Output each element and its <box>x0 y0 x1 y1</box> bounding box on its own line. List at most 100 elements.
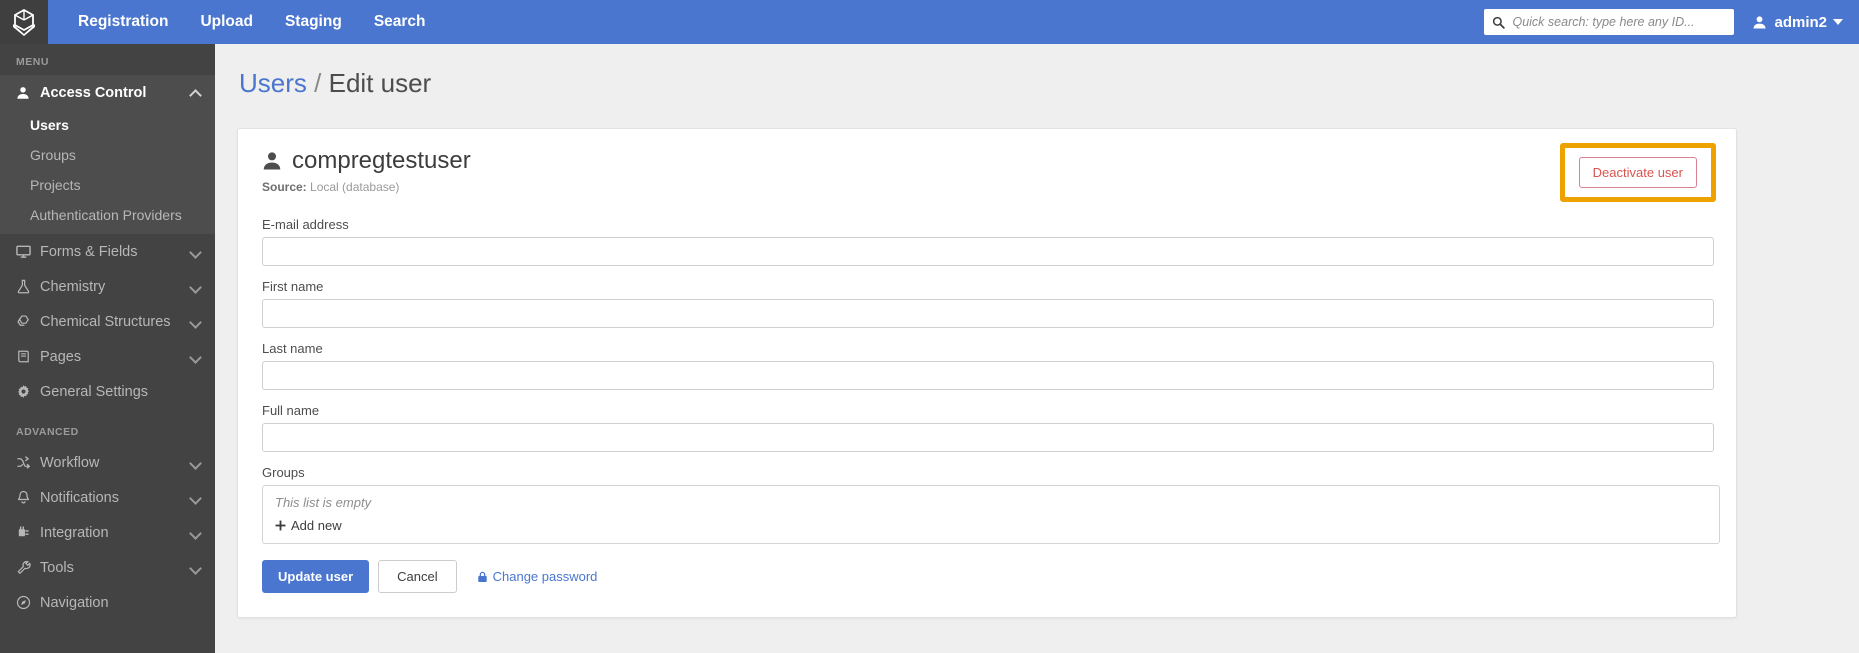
user-source: Source: Local (database) <box>262 180 471 194</box>
update-user-button[interactable]: Update user <box>262 560 370 593</box>
sidebar-item-users[interactable]: Users <box>0 110 215 140</box>
compass-icon <box>16 595 40 610</box>
sidebar-item-label: Chemical Structures <box>40 313 171 330</box>
sidebar: MENU Access Control Users Groups Project… <box>0 44 215 653</box>
sidebar-item-workflow[interactable]: Workflow <box>0 445 215 480</box>
nav-search[interactable]: Search <box>358 0 442 44</box>
chevron-down-icon <box>190 459 201 466</box>
quick-search-box[interactable] <box>1484 9 1735 35</box>
wrench-icon <box>16 560 40 575</box>
breadcrumb-users-link[interactable]: Users <box>239 68 307 98</box>
field-first-name: First name <box>262 279 1714 328</box>
user-menu[interactable]: admin2 <box>1752 14 1849 31</box>
field-label: Last name <box>262 341 323 356</box>
user-icon <box>16 86 40 100</box>
card-header-left: compregtestuser Source: Local (database) <box>262 147 471 194</box>
shuffle-icon <box>16 455 40 470</box>
form-actions: Update user Cancel Change password <box>262 560 1712 593</box>
field-full-name: Full name <box>262 403 1714 452</box>
book-icon <box>16 349 40 364</box>
change-password-label: Change password <box>492 569 598 584</box>
search-icon <box>1492 16 1506 29</box>
sidebar-item-notifications[interactable]: Notifications <box>0 480 215 515</box>
sidebar-item-pages[interactable]: Pages <box>0 339 215 374</box>
topbar-right-group: admin2 <box>1484 0 1859 44</box>
chevron-down-icon <box>190 494 201 501</box>
sidebar-item-chemical-structures[interactable]: Chemical Structures <box>0 304 215 339</box>
chevron-down-icon <box>190 283 201 290</box>
sidebar-item-forms-fields[interactable]: Forms & Fields <box>0 234 215 269</box>
field-groups: Groups This list is empty Add new <box>262 465 1720 544</box>
sidebar-item-general-settings[interactable]: General Settings <box>0 374 215 409</box>
field-label: Full name <box>262 403 320 418</box>
chevron-down-icon <box>190 353 201 360</box>
sidebar-item-authentication-providers[interactable]: Authentication Providers <box>0 200 215 230</box>
plus-icon <box>275 519 286 533</box>
sidebar-item-chemistry[interactable]: Chemistry <box>0 269 215 304</box>
main-content: Users / Edit user compregtestuser Source… <box>215 44 1859 653</box>
cancel-button[interactable]: Cancel <box>378 560 457 593</box>
sidebar-item-label: Tools <box>40 559 74 576</box>
deactivate-user-button[interactable]: Deactivate user <box>1578 157 1697 188</box>
user-icon <box>262 151 282 171</box>
nav-staging[interactable]: Staging <box>269 0 358 44</box>
field-label: First name <box>262 279 324 294</box>
source-label: Source: <box>262 180 307 194</box>
full-name-field[interactable] <box>262 423 1714 452</box>
sidebar-advanced-caption: ADVANCED <box>16 426 79 438</box>
breadcrumb: Users / Edit user <box>215 44 1859 99</box>
email-field[interactable] <box>262 237 1714 266</box>
add-group-label: Add new <box>291 518 342 533</box>
sidebar-item-groups[interactable]: Groups <box>0 140 215 170</box>
plug-icon <box>16 525 40 540</box>
page-title: Edit user <box>328 68 432 98</box>
sidebar-item-label: Forms & Fields <box>40 243 138 260</box>
chevron-down-icon <box>190 529 201 536</box>
card-header: compregtestuser Source: Local (database)… <box>262 143 1716 203</box>
chevron-down-icon <box>190 248 201 255</box>
chevron-down-icon <box>190 318 201 325</box>
sidebar-item-label: Integration <box>40 524 109 541</box>
user-avatar-icon <box>1752 15 1767 30</box>
sidebar-item-navigation[interactable]: Navigation <box>0 585 215 620</box>
breadcrumb-separator: / <box>314 68 322 98</box>
sidebar-item-tools[interactable]: Tools <box>0 550 215 585</box>
bell-icon <box>16 490 40 505</box>
groups-empty-text: This list is empty <box>275 495 372 510</box>
field-label: Groups <box>262 465 305 480</box>
sidebar-item-access-control[interactable]: Access Control <box>0 75 215 110</box>
field-label: E-mail address <box>262 217 349 232</box>
sidebar-item-label: Pages <box>40 348 82 365</box>
lock-icon <box>477 571 488 583</box>
flask-icon <box>16 279 40 294</box>
sidebar-item-label: Navigation <box>40 594 109 611</box>
sidebar-item-projects[interactable]: Projects <box>0 170 215 200</box>
primary-nav: Registration Upload Staging Search <box>62 0 442 44</box>
field-email: E-mail address <box>262 217 1714 266</box>
sidebar-item-label: Notifications <box>40 489 119 506</box>
last-name-field[interactable] <box>262 361 1714 390</box>
nav-upload[interactable]: Upload <box>184 0 269 44</box>
nav-registration[interactable]: Registration <box>62 0 184 44</box>
monitor-icon <box>16 244 40 259</box>
hexagon-stack-icon <box>16 314 40 329</box>
sidebar-submenu-access-control: Users Groups Projects Authentication Pro… <box>0 110 215 234</box>
card-title: compregtestuser <box>262 147 471 175</box>
chevron-down-icon <box>1833 19 1843 25</box>
user-menu-label: admin2 <box>1774 13 1827 31</box>
add-group-button[interactable]: Add new <box>275 518 342 533</box>
search-input[interactable] <box>1512 15 1727 29</box>
username-text: compregtestuser <box>292 147 471 174</box>
app-logo[interactable] <box>0 0 48 44</box>
first-name-field[interactable] <box>262 299 1714 328</box>
sidebar-menu-caption: MENU <box>16 56 49 68</box>
groups-list-box: This list is empty Add new <box>262 485 1720 544</box>
change-password-link[interactable]: Change password <box>477 569 598 584</box>
field-last-name: Last name <box>262 341 1714 390</box>
sidebar-item-integration[interactable]: Integration <box>0 515 215 550</box>
edit-user-form: E-mail address First name Last name Full… <box>262 217 1720 593</box>
top-navigation-bar: Registration Upload Staging Search admin… <box>0 0 1859 44</box>
sidebar-item-label: Workflow <box>40 454 100 471</box>
sidebar-item-label: Chemistry <box>40 278 106 295</box>
edit-user-card: compregtestuser Source: Local (database)… <box>237 128 1737 618</box>
